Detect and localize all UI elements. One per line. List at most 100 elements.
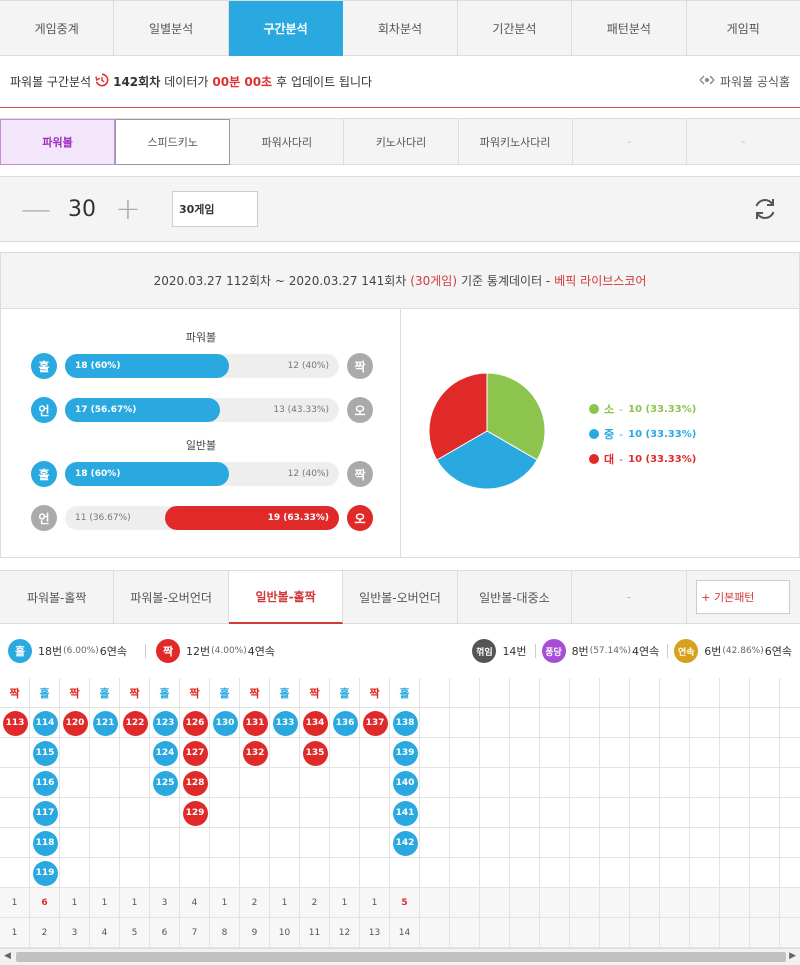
grid-head: [570, 678, 600, 708]
history-clock-icon: [95, 73, 109, 91]
grid-head: 홀: [390, 678, 420, 708]
grid-count: 1: [360, 888, 390, 918]
grid-head: 짝: [0, 678, 30, 708]
grid-count: 1: [120, 888, 150, 918]
grid-cell: [480, 708, 510, 738]
horizontal-scrollbar[interactable]: ◀ ▶: [0, 948, 800, 965]
game-tab-1[interactable]: 파워볼: [0, 119, 116, 165]
official-home-link[interactable]: 파워볼 공식홈: [698, 73, 790, 90]
result-ball: 136: [332, 710, 358, 736]
update-info-bar: 파워볼 구간분석 142회차 데이터가 00분 00초 후 업데이트 됩니다 파…: [0, 56, 800, 108]
game-tab-7: -: [686, 119, 800, 165]
grid-cell: [180, 828, 210, 858]
tab-7[interactable]: 게임픽: [686, 1, 800, 56]
basic-pattern-button[interactable]: + 기본패턴: [696, 580, 791, 614]
result-ball: 123: [152, 710, 178, 736]
refresh-icon[interactable]: [750, 194, 780, 224]
legend-dot-icon: [589, 454, 599, 464]
grid-cell: [570, 858, 600, 888]
grid-cell: [780, 708, 800, 738]
grid-cell: [540, 828, 570, 858]
grid-cell: [450, 768, 480, 798]
grid-cell: [600, 768, 630, 798]
tab-3[interactable]: 구간분석: [228, 1, 344, 56]
result-ball: 138: [392, 710, 418, 736]
size-pie-chart: 소 -10 (33.33%) 중 -10 (33.33%) 대 -10 (33.33%): [401, 309, 799, 557]
stat-right-badge: 짝: [347, 353, 373, 379]
pattern-tab-2[interactable]: 파워볼-오버언더: [114, 571, 229, 624]
grid-index: 10: [270, 918, 300, 948]
tab-6[interactable]: 패턴분석: [572, 1, 687, 56]
grid-cell: [330, 798, 360, 828]
pattern-tab-4[interactable]: 일반볼-오버언더: [343, 571, 458, 624]
scroll-left-icon[interactable]: ◀: [4, 951, 11, 961]
grid-cell: [690, 768, 720, 798]
grid-cell: [540, 738, 570, 768]
game-count-value: 30: [68, 196, 96, 222]
pattern-tab-5[interactable]: 일반볼-대중소: [457, 571, 573, 624]
info-mid: 데이터가: [164, 75, 209, 89]
tab-1[interactable]: 게임중계: [0, 1, 115, 56]
grid-index: 7: [180, 918, 210, 948]
result-ball: 127: [182, 740, 208, 766]
scrollbar-thumb[interactable]: [16, 952, 786, 962]
stat-row: 언 17 (56.67%) 13 (43.33%) 오: [31, 397, 373, 423]
game-count-select[interactable]: 30게임: [172, 191, 258, 227]
grid-cell: [330, 768, 360, 798]
increase-button[interactable]: +: [108, 192, 148, 227]
result-ball: 119: [32, 860, 58, 886]
grid-cell: [720, 708, 750, 738]
grid-head: 홀: [270, 678, 300, 708]
grid-head: [480, 678, 510, 708]
summary-pong-count: 8번: [571, 645, 589, 658]
grid-head: 짝: [300, 678, 330, 708]
grid-index: [420, 918, 450, 948]
grid-cell: [660, 858, 690, 888]
result-ball: 122: [122, 710, 148, 736]
grid-cell: [450, 798, 480, 828]
grid-index: [600, 918, 630, 948]
divider: [534, 644, 536, 658]
grid-cell: [390, 858, 420, 888]
pie-svg: [428, 372, 546, 490]
summary-odd-count: 18번: [38, 645, 63, 658]
grid-cell: [720, 828, 750, 858]
summary-break-badge: 꺾임: [472, 639, 497, 663]
legend-dot-icon: [589, 429, 599, 439]
result-ball: 115: [32, 740, 58, 766]
grid-count: [480, 888, 510, 918]
grid-cell: [780, 768, 800, 798]
stat-bar-fill: 17 (56.67%): [65, 398, 220, 422]
result-ball: 139: [392, 740, 418, 766]
grid-cell: [360, 828, 390, 858]
grid-cell: [750, 768, 780, 798]
grid-index: [630, 918, 660, 948]
grid-index: 3: [60, 918, 90, 948]
summary-odd: 홀 18번 (6.00%) 6연속: [8, 639, 127, 663]
tab-4[interactable]: 회차분석: [343, 1, 458, 56]
scroll-right-icon[interactable]: ▶: [789, 951, 796, 961]
summary-even-streak: 4연속: [247, 645, 275, 658]
tab-5[interactable]: 기간분석: [457, 1, 573, 56]
game-tab-3[interactable]: 파워사다리: [230, 119, 345, 165]
game-tab-4[interactable]: 키노사다리: [344, 119, 459, 165]
decrease-button[interactable]: —: [16, 192, 56, 227]
stats-panel: 2020.03.27 112회차 ~ 2020.03.27 141회차 (30게…: [0, 252, 800, 558]
result-ball: 124: [152, 740, 178, 766]
info-prefix: 파워볼 구간분석: [10, 75, 92, 89]
grid-cell: [60, 798, 90, 828]
pattern-tab-3[interactable]: 일반볼-홀짝: [228, 571, 344, 624]
tab-2[interactable]: 일별분석: [114, 1, 229, 56]
pattern-tab-1[interactable]: 파워볼-홀짝: [0, 571, 115, 624]
legend-sep: -: [619, 427, 624, 441]
grid-cell: [0, 738, 30, 768]
result-ball: 117: [32, 800, 58, 826]
grid-count: 1: [60, 888, 90, 918]
grid-cell: [420, 768, 450, 798]
grid-head: [510, 678, 540, 708]
grid-cell: [600, 738, 630, 768]
game-tab-2[interactable]: 스피드키노: [115, 119, 231, 165]
stat-bar-fill: 18 (60%): [65, 462, 229, 486]
game-tab-5[interactable]: 파워키노사다리: [458, 119, 573, 165]
grid-index: 1: [0, 918, 30, 948]
